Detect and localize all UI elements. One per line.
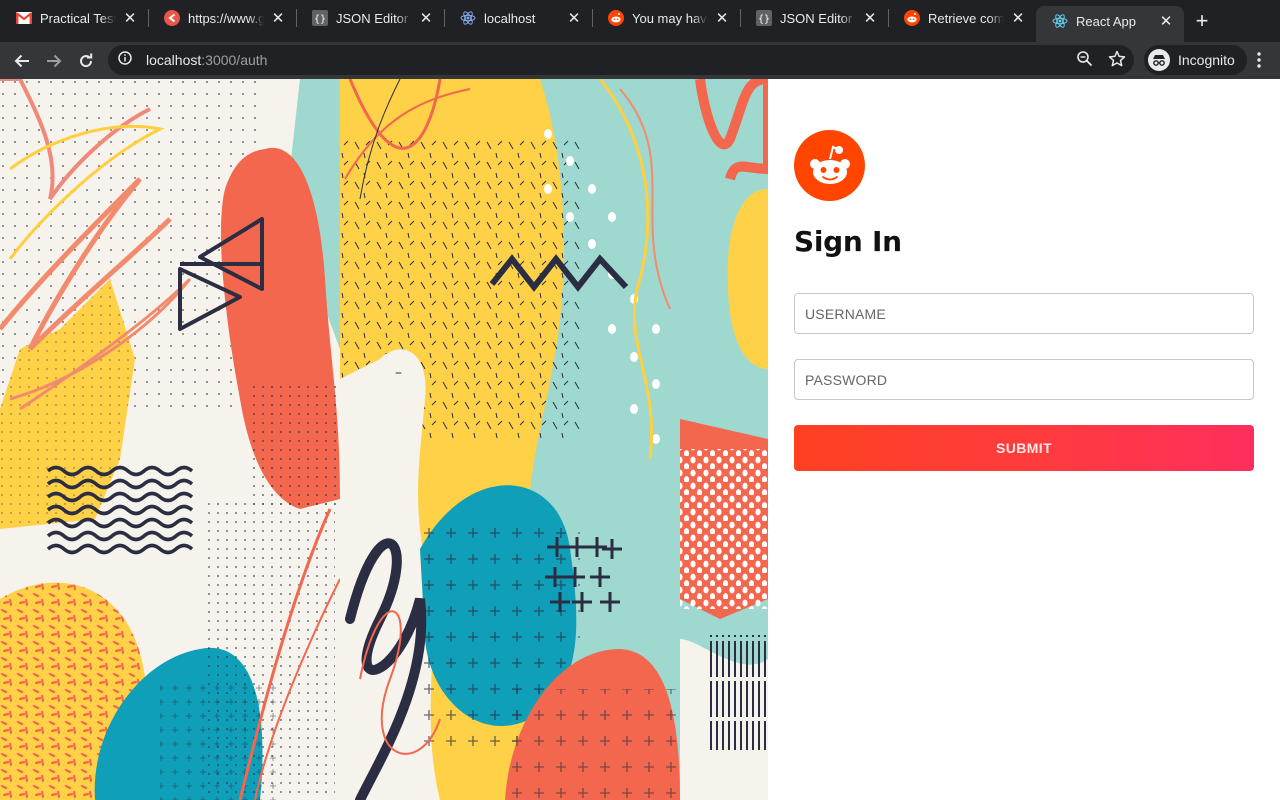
close-tab-icon[interactable]: ✕: [862, 10, 878, 27]
reload-icon[interactable]: [70, 45, 102, 77]
address-path: :3000/auth: [201, 52, 268, 68]
react-icon: [1052, 13, 1068, 29]
address-host: localhost: [146, 52, 202, 68]
close-tab-icon[interactable]: ✕: [566, 10, 582, 27]
tab-title: React App: [1076, 13, 1136, 29]
gmail-icon: [16, 10, 32, 26]
bookmark-star-icon[interactable]: [1108, 50, 1126, 73]
close-tab-icon[interactable]: ✕: [1158, 13, 1174, 30]
react-icon: [460, 10, 476, 26]
tab-title: JSON Editor On: [336, 10, 412, 26]
info-icon[interactable]: [118, 50, 132, 70]
incognito-icon: [1148, 49, 1170, 71]
browser-tab[interactable]: https://www.ge ✕: [148, 0, 296, 36]
reddit-logo-icon: [794, 130, 865, 201]
sign-in-panel: Sign In SUBMIT: [768, 79, 1280, 800]
tab-title: localhost: [484, 10, 536, 26]
tab-title: Practical Test - I: [40, 10, 116, 26]
tab-title: https://www.ge: [188, 10, 264, 26]
back-arrow-icon[interactable]: [6, 45, 38, 77]
new-tab-button[interactable]: +: [1184, 6, 1220, 42]
reddit-icon: [608, 10, 624, 26]
close-tab-icon[interactable]: ✕: [122, 10, 138, 27]
json-braces-icon: {}: [312, 10, 328, 26]
reddit-icon: [904, 10, 920, 26]
close-tab-icon[interactable]: ✕: [418, 10, 434, 27]
close-tab-icon[interactable]: ✕: [270, 10, 286, 27]
incognito-profile-button[interactable]: Incognito: [1144, 45, 1247, 75]
tab-strip: Practical Test - I ✕ https://www.ge ✕ {}…: [0, 0, 1280, 42]
browser-tab-active[interactable]: React App ✕: [1036, 6, 1184, 42]
browser-tab[interactable]: Practical Test - I ✕: [0, 0, 148, 36]
sign-in-heading: Sign In: [794, 225, 902, 258]
page-viewport: – Sign In USERNAME SUBMIT: [0, 79, 1280, 800]
zoom-magnifier-icon[interactable]: [1076, 50, 1094, 73]
address-bar[interactable]: localhost:3000/auth: [108, 45, 1134, 75]
address-url[interactable]: localhost:3000/auth: [146, 52, 267, 68]
browser-tab[interactable]: {} JSON Editor On ✕: [740, 0, 888, 36]
tab-title: You may have n: [632, 10, 708, 26]
incognito-label: Incognito: [1178, 52, 1235, 68]
svg-text:{}: {}: [758, 14, 770, 25]
close-tab-icon[interactable]: ✕: [1010, 10, 1026, 27]
password-input[interactable]: [794, 359, 1254, 400]
browser-tab[interactable]: {} JSON Editor On ✕: [296, 0, 444, 36]
json-braces-icon: {}: [756, 10, 772, 26]
tab-title: Retrieve comme: [928, 10, 1004, 26]
browser-tab[interactable]: localhost ✕: [444, 0, 592, 36]
forward-arrow-icon[interactable]: [38, 45, 70, 77]
submit-button[interactable]: SUBMIT: [794, 425, 1254, 471]
svg-text:{}: {}: [314, 14, 326, 25]
browser-tab[interactable]: You may have n ✕: [592, 0, 740, 36]
browser-toolbar: localhost:3000/auth Incognito: [0, 42, 1280, 79]
art-dash-mark: –: [395, 365, 402, 381]
decorative-artwork: –: [0, 79, 768, 800]
abstract-art-illustration: –: [0, 79, 768, 800]
sync-icon: [164, 10, 180, 26]
tab-title: JSON Editor On: [780, 10, 856, 26]
username-input[interactable]: [794, 293, 1254, 334]
browser-tab[interactable]: Retrieve comme ✕: [888, 0, 1036, 36]
more-menu-icon[interactable]: [1248, 45, 1270, 75]
close-tab-icon[interactable]: ✕: [714, 10, 730, 27]
